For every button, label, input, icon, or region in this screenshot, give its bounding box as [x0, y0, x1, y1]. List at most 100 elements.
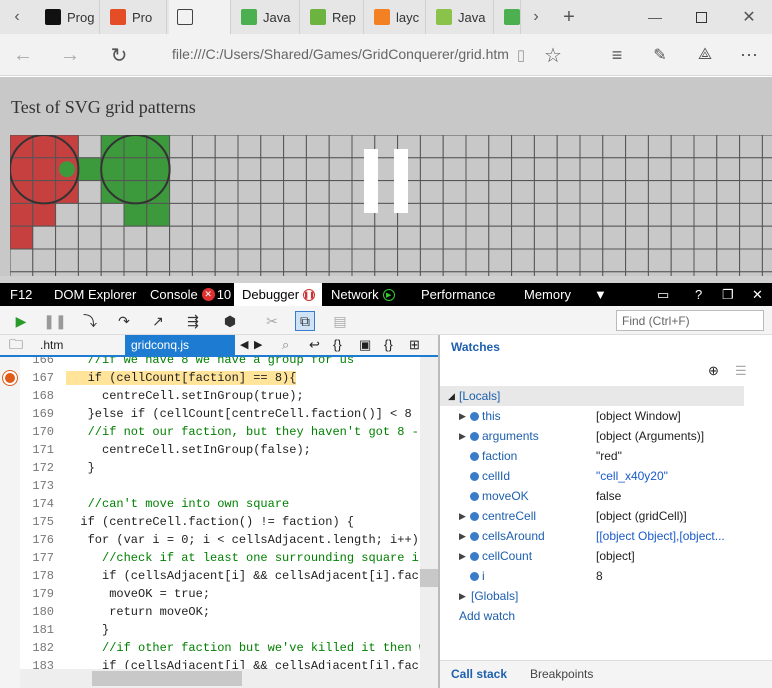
grid-cell[interactable] [556, 180, 581, 204]
grid-cell[interactable] [739, 135, 763, 159]
grid-cell[interactable] [123, 248, 148, 273]
code-line[interactable]: 166 //if we have 8 we have a group for u… [20, 357, 440, 369]
grid-cell[interactable] [169, 157, 193, 182]
grid-cell[interactable] [191, 248, 216, 273]
expand-arrow-icon[interactable]: ▶ [459, 546, 466, 566]
current-breakpoint-icon[interactable] [3, 371, 17, 385]
grid-cell[interactable] [511, 225, 535, 250]
grid-cell[interactable] [77, 225, 102, 250]
grid-cell[interactable] [761, 248, 772, 273]
grid-cell[interactable] [237, 180, 262, 204]
grid-cell[interactable] [328, 225, 353, 250]
browser-tab[interactable]: Prog [37, 0, 100, 34]
add-watch-icon[interactable]: ⊕ [708, 363, 719, 379]
exception-behavior-icon[interactable]: ⬢ [220, 311, 240, 331]
grid-cell[interactable] [237, 248, 262, 273]
tab-memory[interactable]: Memory [524, 283, 571, 306]
grid-cell[interactable] [488, 135, 513, 159]
watch-row[interactable]: i8 [440, 566, 772, 586]
grid-cell[interactable] [305, 248, 330, 273]
find-input[interactable]: Find (Ctrl+F) [616, 310, 764, 331]
locals-node[interactable]: ◢ [Locals] [440, 386, 744, 406]
grid-cell[interactable] [739, 157, 763, 182]
grid-cell[interactable] [602, 180, 627, 204]
grid-cell[interactable] [488, 180, 513, 204]
grid-cell[interactable] [625, 180, 649, 204]
grid-cell[interactable] [716, 202, 741, 227]
grid-cell[interactable] [761, 202, 772, 227]
maximize-icon[interactable] [686, 2, 716, 32]
expand-arrow-icon[interactable]: ▶ [459, 406, 466, 426]
grid-cell[interactable] [442, 180, 467, 204]
step-out-icon[interactable]: ↗ [148, 311, 168, 331]
grid-cell[interactable] [442, 135, 467, 159]
grid-cell[interactable] [693, 225, 718, 250]
grid-cell[interactable] [351, 248, 376, 273]
grid-cell[interactable] [32, 135, 57, 159]
grid-cell[interactable] [442, 225, 467, 250]
grid-cell[interactable] [739, 202, 763, 227]
grid-cell[interactable] [169, 225, 193, 250]
close-window-icon[interactable]: ✕ [734, 2, 764, 32]
forward-icon[interactable]: → [55, 40, 85, 70]
folder-icon[interactable]: 🗀 [6, 336, 26, 356]
grid-cell[interactable] [693, 202, 718, 227]
grid-cell[interactable] [283, 248, 307, 273]
more-icon[interactable]: ⋯ [734, 40, 764, 70]
code-line[interactable]: 175 if (centreCell.faction() != faction)… [20, 513, 440, 531]
grid-cell[interactable] [146, 248, 171, 273]
grid-cell[interactable] [647, 180, 672, 204]
grid-cell[interactable] [761, 180, 772, 204]
grid-cell[interactable] [602, 225, 627, 250]
debug-info-icon[interactable]: ▤ [330, 311, 350, 331]
grid-cell[interactable] [260, 202, 285, 227]
grid-cell[interactable] [32, 225, 57, 250]
grid-cell[interactable] [670, 248, 695, 273]
next-file-icon[interactable]: ▶ [254, 338, 262, 351]
grid-cell[interactable] [351, 225, 376, 250]
grid-cell[interactable] [602, 248, 627, 273]
grid-cell[interactable] [260, 225, 285, 250]
save-icon[interactable]: ▣ [359, 337, 371, 353]
grid-cell[interactable] [10, 202, 34, 227]
pause-overlay-icon[interactable] [364, 149, 408, 213]
grid-cell[interactable] [191, 202, 216, 227]
grid-cell[interactable] [442, 202, 467, 227]
grid-cell[interactable] [465, 225, 490, 250]
browser-tab[interactable] [496, 0, 521, 34]
grid-cell[interactable] [670, 225, 695, 250]
grid-cell[interactable] [32, 157, 57, 182]
grid-cell[interactable] [761, 135, 772, 159]
grid-cell[interactable] [214, 135, 239, 159]
back-icon[interactable]: ← [8, 40, 38, 70]
grid-cell[interactable] [647, 157, 672, 182]
watch-row[interactable]: faction "red" [440, 446, 772, 466]
code-line[interactable]: 171 centreCell.setInGroup(false); [20, 441, 440, 459]
grid-cell[interactable] [533, 157, 558, 182]
grid-cell[interactable] [123, 202, 148, 227]
grid-cell[interactable] [488, 248, 513, 273]
grid-cell[interactable] [328, 157, 353, 182]
grid-cell[interactable] [693, 157, 718, 182]
watch-row[interactable]: ▶ arguments [object (Arguments)] [440, 426, 772, 446]
grid-cell[interactable] [533, 202, 558, 227]
grid-cell[interactable] [579, 202, 604, 227]
grid-cell[interactable] [625, 135, 649, 159]
grid-cell[interactable] [169, 135, 193, 159]
grid-cell[interactable] [465, 202, 490, 227]
grid-cell[interactable] [556, 225, 581, 250]
delete-watches-icon[interactable]: ☰ [735, 363, 747, 379]
grid-cell[interactable] [488, 202, 513, 227]
code-horizontal-scrollbar[interactable] [20, 669, 438, 688]
grid-cell[interactable] [283, 225, 307, 250]
step-into-icon[interactable]: ⤵ [80, 311, 100, 331]
grid-cell[interactable] [602, 135, 627, 159]
browser-tab[interactable] [169, 0, 231, 34]
undock-icon[interactable]: ❐ [722, 283, 734, 306]
grid-cell[interactable] [739, 225, 763, 250]
grid-cell[interactable] [32, 202, 57, 227]
close-devtools-icon[interactable]: ✕ [752, 283, 763, 306]
grid-cell[interactable] [55, 248, 79, 273]
code-line[interactable]: 167 if (cellCount[faction] == 8){ [20, 369, 440, 387]
grid-cell[interactable] [647, 135, 672, 159]
